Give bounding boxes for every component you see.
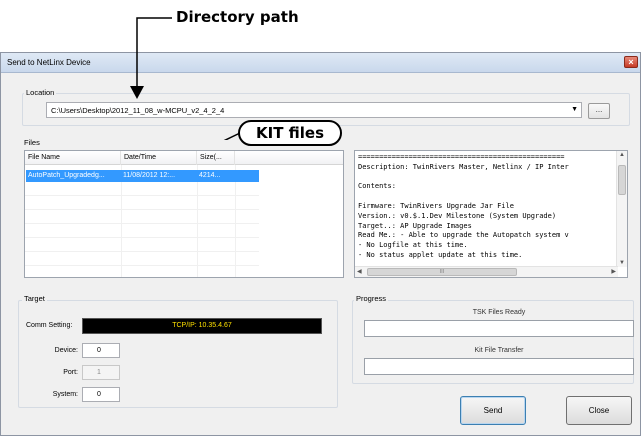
port-label: Port:: [63, 369, 78, 376]
column-header-date-time[interactable]: Date/Time: [121, 151, 197, 165]
comm-setting-label: Comm Setting:: [26, 322, 73, 329]
scroll-thumb[interactable]: III: [367, 268, 517, 276]
device-input[interactable]: 0: [82, 343, 120, 358]
row-divider: [25, 251, 259, 252]
annotation-arrows: [130, 17, 241, 140]
system-input[interactable]: 0: [82, 387, 120, 402]
row-divider: [25, 209, 259, 210]
close-button[interactable]: Close: [566, 396, 632, 425]
file-description-box[interactable]: ========================================…: [354, 150, 628, 278]
comm-setting-display[interactable]: TCP/IP: 10.35.4.67: [82, 318, 322, 334]
kit-files-annotation: KIT files: [238, 120, 342, 146]
row-divider: [25, 223, 259, 224]
device-label: Device:: [54, 347, 78, 354]
tsk-files-ready-progress: [364, 320, 634, 337]
system-label: System:: [52, 391, 78, 398]
directory-path-annotation: Directory path: [176, 8, 299, 26]
scroll-left-icon[interactable]: ◀: [357, 268, 362, 275]
kit-file-transfer-label: Kit File Transfer: [474, 347, 524, 354]
scroll-right-icon[interactable]: ▶: [611, 268, 616, 275]
progress-label: Progress: [354, 294, 389, 303]
file-description-text: ========================================…: [358, 153, 569, 259]
kit-files-arrow-line: [223, 132, 241, 140]
file-datetime-cell: 11/08/2012 12:...: [123, 172, 176, 179]
directory-path-arrowhead: [130, 86, 144, 99]
column-header-file-name[interactable]: File Name: [25, 151, 121, 165]
file-list[interactable]: File Name Date/Time Size(... AutoPatch_U…: [24, 150, 344, 278]
row-divider: [25, 265, 259, 266]
description-vertical-scrollbar[interactable]: ▲ ▼: [616, 151, 627, 267]
target-label: Target: [22, 294, 47, 303]
send-button[interactable]: Send: [460, 396, 526, 425]
file-size-cell: 4214...: [199, 172, 221, 179]
row-divider: [25, 195, 259, 196]
scroll-up-icon[interactable]: ▲: [619, 152, 625, 158]
port-input: 1: [82, 365, 120, 380]
file-row-selected[interactable]: AutoPatch_Upgradedg... 11/08/2012 12:...…: [26, 170, 259, 182]
kit-file-transfer-progress: [364, 358, 634, 375]
description-horizontal-scrollbar[interactable]: ◀ III ▶: [355, 266, 618, 277]
directory-path-arrow-line: [136, 17, 172, 88]
file-list-header: File Name Date/Time Size(...: [25, 151, 343, 165]
scroll-down-icon[interactable]: ▼: [619, 260, 625, 266]
scroll-thumb[interactable]: [618, 165, 626, 195]
tsk-files-ready-label: TSK Files Ready: [472, 309, 526, 316]
row-divider: [25, 237, 259, 238]
file-name-cell: AutoPatch_Upgradedg...: [28, 172, 105, 179]
column-header-size[interactable]: Size(...: [197, 151, 235, 165]
